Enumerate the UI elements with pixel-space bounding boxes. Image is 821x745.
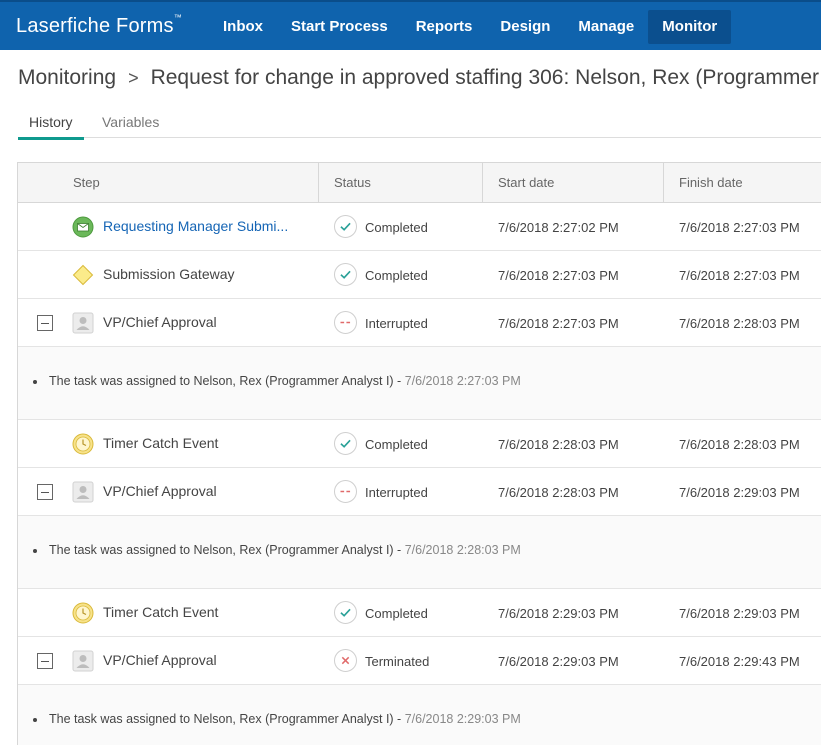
app-logo[interactable]: Laserfiche Forms™: [16, 13, 182, 38]
header-finish-date[interactable]: Finish date: [679, 163, 743, 203]
table-row[interactable]: Timer Catch Event Completed 7/6/2018 2:2…: [18, 420, 821, 468]
tab-bar: History Variables: [18, 108, 821, 140]
status-text: Completed: [365, 437, 428, 452]
nav-reports[interactable]: Reports: [402, 10, 487, 44]
check-icon: [334, 601, 357, 624]
tab-history[interactable]: History: [18, 114, 84, 140]
table-header: Step Status Start date Finish date: [18, 163, 821, 203]
envelope-icon: [72, 216, 94, 238]
status-text: Completed: [365, 606, 428, 621]
status-text: Interrupted: [365, 485, 428, 500]
finish-date: 7/6/2018 2:27:03 PM: [679, 220, 800, 235]
task-detail: The task was assigned to Nelson, Rex (Pr…: [18, 516, 821, 589]
breadcrumb-monitoring-link[interactable]: Monitoring: [18, 66, 116, 89]
step-name: VP/Chief Approval: [103, 314, 217, 330]
finish-date: 7/6/2018 2:28:03 PM: [679, 437, 800, 452]
detail-text: The task was assigned to Nelson, Rex (Pr…: [49, 543, 405, 557]
status-text: Terminated: [365, 654, 430, 669]
clock-icon: [72, 433, 94, 455]
top-nav-bar: Laserfiche Forms™ Inbox Start Process Re…: [0, 0, 821, 50]
nav-start-process[interactable]: Start Process: [277, 10, 402, 44]
table-row[interactable]: Timer Catch Event Completed 7/6/2018 2:2…: [18, 589, 821, 637]
step-name: VP/Chief Approval: [103, 483, 217, 499]
interrupted-icon: [334, 311, 357, 334]
table-row[interactable]: VP/Chief Approval Terminated 7/6/2018 2:…: [18, 637, 821, 685]
nav-design[interactable]: Design: [486, 10, 564, 44]
status-text: Completed: [365, 220, 428, 235]
detail-text: The task was assigned to Nelson, Rex (Pr…: [49, 712, 405, 726]
main-nav: Inbox Start Process Reports Design Manag…: [209, 10, 732, 44]
header-status[interactable]: Status: [334, 163, 371, 203]
start-date: 7/6/2018 2:27:02 PM: [498, 220, 619, 235]
start-date: 7/6/2018 2:28:03 PM: [498, 485, 619, 500]
breadcrumb-separator: >: [128, 68, 139, 88]
detail-timestamp: 7/6/2018 2:29:03 PM: [404, 712, 521, 726]
tab-variables[interactable]: Variables: [102, 114, 159, 137]
x-icon: [334, 649, 357, 672]
task-detail: The task was assigned to Nelson, Rex (Pr…: [18, 347, 821, 420]
step-name-link[interactable]: Requesting Manager Submi...: [103, 218, 288, 234]
task-detail: The task was assigned to Nelson, Rex (Pr…: [18, 685, 821, 745]
step-name: Timer Catch Event: [103, 604, 219, 620]
detail-text: The task was assigned to Nelson, Rex (Pr…: [49, 374, 405, 388]
bullet-icon: [33, 718, 37, 722]
start-date: 7/6/2018 2:29:03 PM: [498, 606, 619, 621]
step-name: VP/Chief Approval: [103, 652, 217, 668]
header-step[interactable]: Step: [73, 163, 100, 203]
table-row[interactable]: Requesting Manager Submi... Completed 7/…: [18, 203, 821, 251]
collapse-toggle[interactable]: [37, 315, 53, 331]
table-row[interactable]: VP/Chief Approval Interrupted 7/6/2018 2…: [18, 468, 821, 516]
header-start-date[interactable]: Start date: [498, 163, 554, 203]
bullet-icon: [33, 380, 37, 384]
table-row[interactable]: VP/Chief Approval Interrupted 7/6/2018 2…: [18, 299, 821, 347]
step-name: Timer Catch Event: [103, 435, 219, 451]
finish-date: 7/6/2018 2:29:03 PM: [679, 485, 800, 500]
check-icon: [334, 432, 357, 455]
bullet-icon: [33, 549, 37, 553]
user-icon: [72, 481, 94, 503]
detail-timestamp: 7/6/2018 2:28:03 PM: [404, 543, 521, 557]
gateway-diamond-icon: [72, 264, 94, 286]
nav-inbox[interactable]: Inbox: [209, 10, 277, 44]
check-icon: [334, 263, 357, 286]
collapse-toggle[interactable]: [37, 484, 53, 500]
nav-manage[interactable]: Manage: [564, 10, 648, 44]
start-date: 7/6/2018 2:29:03 PM: [498, 654, 619, 669]
table-row[interactable]: Submission Gateway Completed 7/6/2018 2:…: [18, 251, 821, 299]
nav-monitor[interactable]: Monitor: [648, 10, 732, 44]
clock-icon: [72, 602, 94, 624]
status-text: Interrupted: [365, 316, 428, 331]
page-title: Request for change in approved staffing …: [150, 66, 821, 89]
history-table: Step Status Start date Finish date Reque…: [17, 162, 821, 745]
start-date: 7/6/2018 2:28:03 PM: [498, 437, 619, 452]
collapse-toggle[interactable]: [37, 653, 53, 669]
finish-date: 7/6/2018 2:29:43 PM: [679, 654, 800, 669]
start-date: 7/6/2018 2:27:03 PM: [498, 316, 619, 331]
breadcrumb: Monitoring > Request for change in approve…: [18, 66, 821, 90]
detail-timestamp: 7/6/2018 2:27:03 PM: [404, 374, 521, 388]
status-text: Completed: [365, 268, 428, 283]
user-icon: [72, 650, 94, 672]
user-icon: [72, 312, 94, 334]
finish-date: 7/6/2018 2:29:03 PM: [679, 606, 800, 621]
start-date: 7/6/2018 2:27:03 PM: [498, 268, 619, 283]
finish-date: 7/6/2018 2:28:03 PM: [679, 316, 800, 331]
check-icon: [334, 215, 357, 238]
interrupted-icon: [334, 480, 357, 503]
finish-date: 7/6/2018 2:27:03 PM: [679, 268, 800, 283]
step-name: Submission Gateway: [103, 266, 235, 282]
